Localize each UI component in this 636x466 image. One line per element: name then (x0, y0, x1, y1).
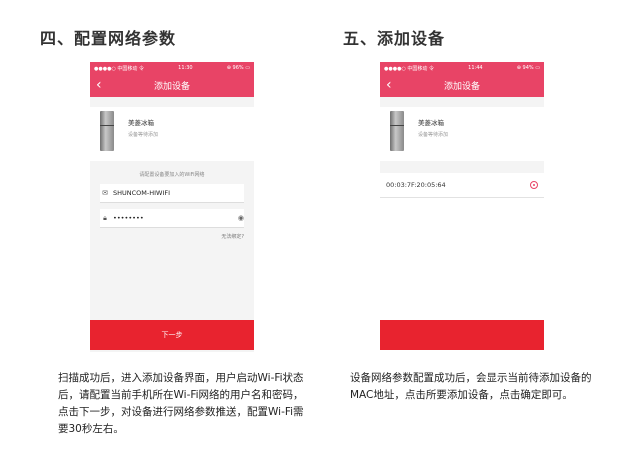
mac-address: 00:03:7F:20:05:64 (386, 181, 446, 189)
battery-status: ⊕ 94% ▭ (516, 65, 540, 71)
nav-title: 添加设备 (443, 82, 480, 92)
mail-icon: ✉ (102, 189, 108, 197)
forgot-link[interactable]: 无法绑定? (90, 233, 244, 240)
nav-bar: ‹ 添加设备 (90, 74, 254, 97)
carrier-signal: ●●●●○ 中国移动 令 (94, 65, 144, 72)
divider (380, 97, 544, 107)
carrier-signal: ●●●●○ 中国移动 令 (384, 65, 434, 72)
step5-phone-screen: ●●●●○ 中国移动 令 11:44 ⊕ 94% ▭ ‹ 添加设备 美菱冰箱 设… (380, 62, 544, 352)
step4-phone-screen: ●●●●○ 中国移动 令 11:30 ⊕ 96% ▭ ‹ 添加设备 美菱冰箱 设… (90, 62, 254, 352)
status-bar: ●●●●○ 中国移动 令 11:30 ⊕ 96% ▭ (90, 62, 254, 74)
device-card: 美菱冰箱 设备等待添加 (380, 107, 544, 161)
divider (380, 161, 544, 173)
nav-bar: ‹ 添加设备 (380, 74, 544, 97)
password-field[interactable]: 🔒︎ •••••••• ◉ (100, 209, 244, 228)
status-bar: ●●●●○ 中国移动 令 11:44 ⊕ 94% ▭ (380, 62, 544, 74)
device-name: 美菱冰箱 (418, 119, 444, 127)
device-name: 美菱冰箱 (128, 119, 154, 127)
eye-icon[interactable]: ◉ (238, 214, 244, 222)
fridge-image (100, 111, 114, 151)
lock-icon: 🔒︎ (103, 213, 107, 222)
password-value: •••••••• (113, 214, 144, 222)
device-status: 设备等待添加 (128, 132, 159, 138)
radio-icon[interactable] (530, 181, 538, 189)
step4-title: 四、配置网络参数 (40, 29, 177, 48)
step5-description: 设备网络参数配置成功后，会显示当前待添加设备的MAC地址，点击所要添加设备，点击… (350, 372, 592, 401)
status-time: 11:30 (178, 65, 193, 71)
confirm-button[interactable] (380, 320, 544, 350)
mac-device-row[interactable]: 00:03:7F:20:05:64 (380, 173, 544, 198)
next-button[interactable]: 下一步 (90, 320, 254, 350)
divider (90, 97, 254, 107)
fridge-image (390, 111, 404, 151)
back-arrow-icon[interactable]: ‹ (386, 77, 392, 93)
device-card: 美菱冰箱 设备等待添加 (90, 107, 254, 161)
ssid-field[interactable]: ✉ SHUNCOM-HIWIFI (100, 184, 244, 203)
step5-title: 五、添加设备 (343, 29, 446, 48)
device-status: 设备等待添加 (418, 132, 449, 138)
status-time: 11:44 (468, 65, 483, 71)
step4-description: 扫描成功后，进入添加设备界面，用户启动Wi-Fi状态后，请配置当前手机所在Wi-… (58, 372, 304, 435)
back-arrow-icon[interactable]: ‹ (96, 77, 102, 93)
wifi-hint: 请配置设备要加入的WiFi网络 (139, 172, 205, 178)
battery-status: ⊕ 96% ▭ (226, 65, 250, 71)
ssid-value: SHUNCOM-HIWIFI (113, 189, 171, 197)
nav-title: 添加设备 (153, 82, 190, 92)
